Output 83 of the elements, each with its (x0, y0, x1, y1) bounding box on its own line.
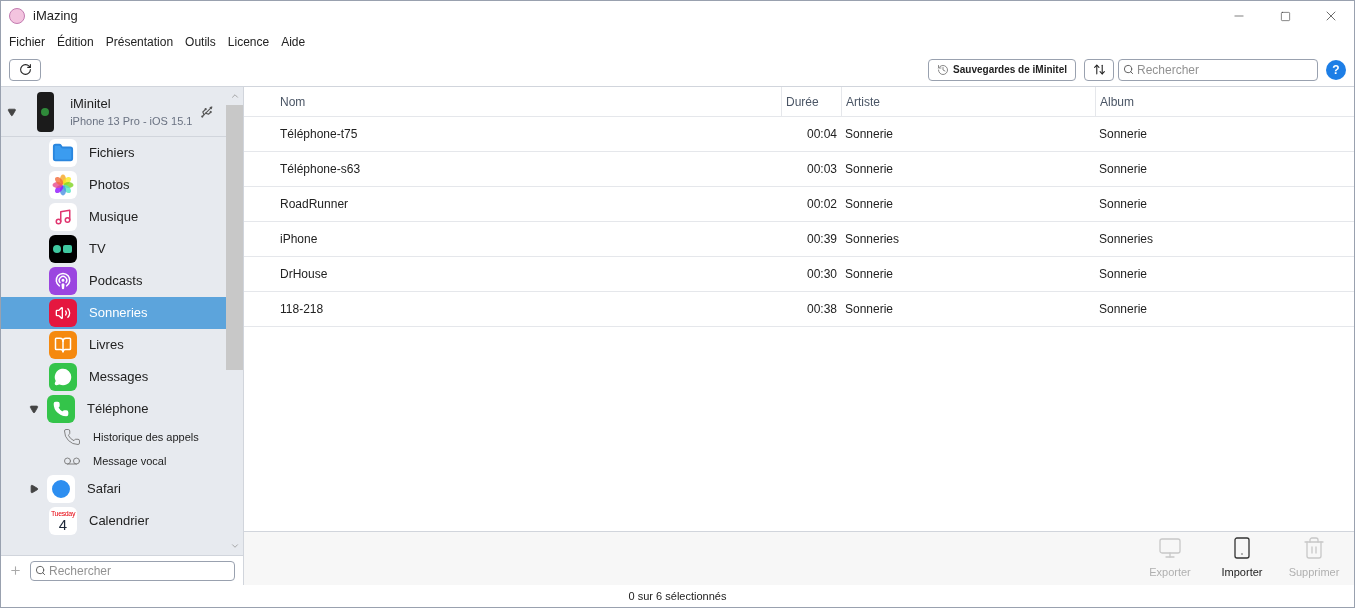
speech-bubble-icon (49, 363, 77, 391)
sidebar-item[interactable]: Livres (1, 329, 226, 361)
search-icon (1123, 63, 1134, 75)
collapse-caret-icon[interactable] (29, 404, 39, 414)
table-cell-text: DrHouse (279, 266, 329, 283)
sort-button[interactable] (1084, 58, 1114, 81)
backups-button[interactable]: Sauvegardes de iMinitel (928, 58, 1076, 81)
table-cell-text: Sonnerie (1098, 196, 1149, 213)
table-cell-text: Téléphone-t75 (279, 126, 359, 143)
table-cell-text: 00:30 (805, 266, 838, 283)
sidebar-item[interactable]: Musique (1, 201, 226, 233)
tv-icon (49, 235, 77, 263)
trash-icon (1302, 536, 1326, 561)
search-icon (35, 564, 46, 576)
table-cell-text: Téléphone-s63 (279, 161, 362, 178)
menu-item[interactable]: Présentation (105, 33, 174, 51)
folder-icon (49, 139, 77, 167)
table-cell-text: 00:39 (805, 231, 838, 248)
status-text: 0 sur 6 sélectionnés (628, 588, 727, 604)
sidebar-subitem[interactable]: Message vocal (1, 449, 226, 473)
column-header[interactable]: Artiste (841, 87, 1095, 116)
table-cell-text: Sonnerie (844, 301, 895, 318)
device-model: iPhone 13 Pro - iOS 15.1 (70, 114, 193, 129)
table-cell-text: Sonneries (1098, 231, 1155, 248)
sidebar-item[interactable]: Téléphone (1, 393, 226, 425)
sidebar-search-field[interactable]: Rechercher (30, 560, 235, 581)
app-logo-icon (9, 8, 25, 24)
help-button[interactable]: ? (1326, 59, 1346, 80)
expand-caret-icon[interactable] (29, 484, 39, 494)
scroll-down-icon[interactable] (229, 541, 240, 551)
menu-item[interactable]: Édition (57, 33, 94, 51)
table-cell-text: Sonnerie (1098, 161, 1149, 178)
device-name: iMinitel (70, 94, 112, 113)
table-cell-text: 118-218 (279, 301, 325, 318)
column-header[interactable]: Album (1095, 87, 1354, 116)
sidebar-item[interactable]: Podcasts (1, 265, 226, 297)
table-cell-text: Sonnerie (844, 266, 895, 283)
menu-item[interactable]: Aide (281, 33, 306, 51)
column-header[interactable]: Durée (781, 87, 841, 116)
iphone-icon (36, 91, 55, 132)
menu-item[interactable]: Licence (227, 33, 270, 51)
monitor-icon (1158, 536, 1182, 561)
refresh-icon (18, 63, 32, 76)
sidebar-item[interactable]: Photos (1, 169, 226, 201)
podcast-icon (49, 267, 77, 295)
table-cell-text: 00:04 (805, 126, 838, 143)
table-cell-text: Sonnerie (1098, 301, 1149, 318)
table-cell-text: Sonnerie (844, 126, 895, 143)
sidebar-item[interactable]: Messages (1, 361, 226, 393)
usb-icon (200, 104, 214, 119)
sidebar-item[interactable]: Safari (1, 473, 226, 505)
table-cell-text: 00:02 (805, 196, 838, 213)
sidebar-subitem[interactable]: Historique des appels (1, 425, 226, 449)
table-cell-text: RoadRunner (279, 196, 350, 213)
sidebar-item[interactable]: TV (1, 233, 226, 265)
window-title: iMazing (33, 7, 78, 26)
music-note-icon (49, 203, 77, 231)
table-cell-text: Sonneries (844, 231, 901, 248)
flower-icon (49, 171, 77, 199)
phone-icon (47, 395, 75, 423)
table-cell-text: Sonnerie (844, 196, 895, 213)
history-icon (937, 63, 950, 76)
scroll-up-icon[interactable] (229, 91, 240, 101)
column-header[interactable]: Nom (276, 87, 781, 116)
refresh-button[interactable] (9, 58, 41, 81)
table-cell-text: Sonnerie (844, 161, 895, 178)
search-field[interactable]: Rechercher (1118, 58, 1318, 81)
table-cell-text: 00:38 (805, 301, 838, 318)
speaker-icon (49, 299, 77, 327)
maximize-icon (1279, 10, 1291, 22)
table-cell-text: 00:03 (805, 161, 838, 178)
table-cell-text: iPhone (279, 231, 319, 248)
action-button[interactable]: Importer (1210, 536, 1274, 581)
sidebar-item[interactable]: Fichiers (1, 137, 226, 169)
sort-arrows-icon (1092, 63, 1106, 76)
table-cell-text: Sonnerie (1098, 266, 1149, 283)
menu-item[interactable]: Outils (185, 33, 216, 51)
table-cell-text: Sonnerie (1098, 126, 1149, 143)
book-icon (49, 331, 77, 359)
collapse-caret-icon[interactable] (6, 106, 17, 117)
menu-item[interactable]: Fichier (9, 33, 45, 51)
add-icon[interactable] (9, 564, 22, 577)
phone-icon (63, 428, 81, 446)
